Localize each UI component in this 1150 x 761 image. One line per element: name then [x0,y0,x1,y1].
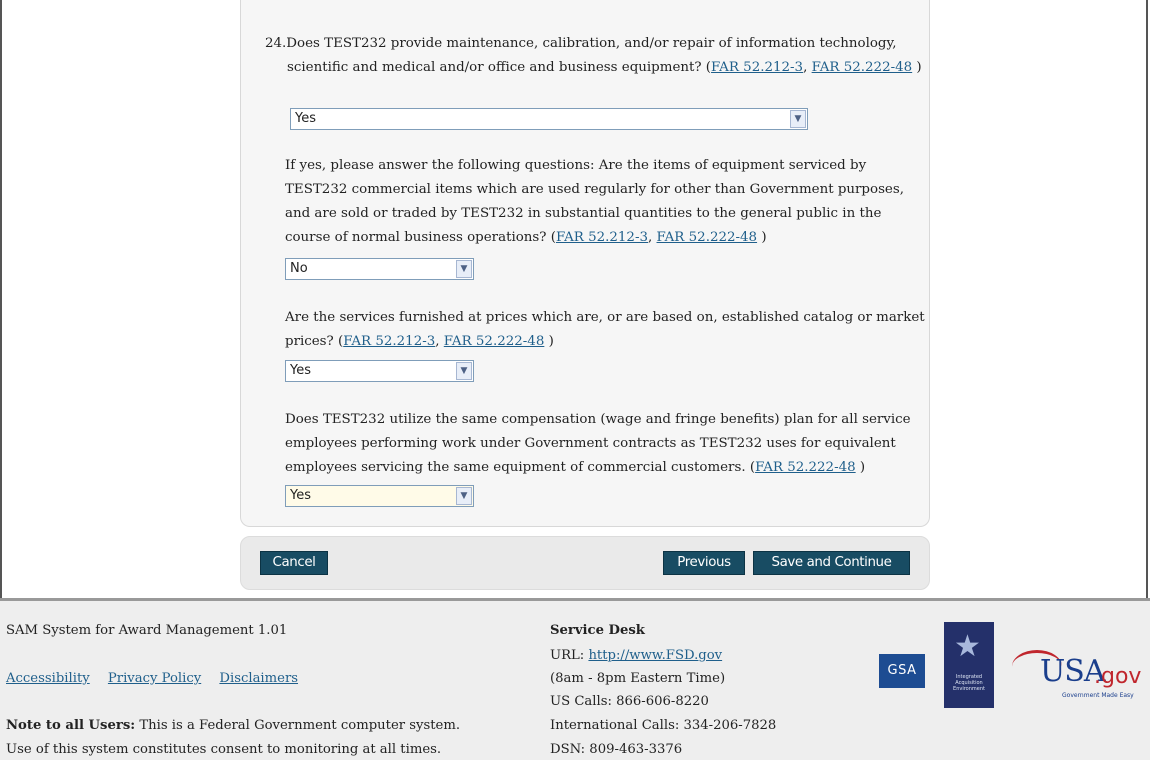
far-52-222-48-link[interactable]: FAR 52.222-48 [444,334,545,349]
question-text: Does TEST232 provide maintenance, calibr… [286,36,897,51]
question-compensation: Does TEST232 utilize the same compensati… [285,412,911,475]
us-calls: US Calls: 866-606-8220 [550,694,709,709]
chevron-down-icon: ▼ [456,260,472,278]
question-24: 24.Does TEST232 provide maintenance, cal… [265,36,922,75]
cancel-button[interactable]: Cancel [260,551,328,575]
compensation-select[interactable]: Yes ▼ [285,485,474,507]
fsd-link[interactable]: http://www.FSD.gov [588,648,722,663]
usa-gov-logo[interactable]: USA .gov Government Made Easy [1010,650,1150,700]
far-52-222-48-link[interactable]: FAR 52.222-48 [812,60,913,75]
question-catalog-prices: Are the services furnished at prices whi… [285,310,925,349]
q24-answer-select[interactable]: Yes ▼ [290,108,808,130]
star-icon: ★ [954,629,981,664]
note-label: Note to all Users: [6,718,136,733]
question-text-cont: scientific and medical and/or office and… [287,60,712,75]
accessibility-link[interactable]: Accessibility [6,671,90,686]
left-border [0,0,2,598]
privacy-policy-link[interactable]: Privacy Policy [108,671,201,686]
gsa-logo[interactable]: GSA [879,654,925,688]
selected-value: No [290,261,308,276]
international-calls: International Calls: 334-206-7828 [550,718,777,733]
chevron-down-icon: ▼ [790,110,806,128]
selected-value: Yes [290,363,311,378]
dsn-number: DSN: 809-463-3376 [550,742,683,757]
far-52-212-3-link[interactable]: FAR 52.212-3 [556,230,648,245]
iae-logo[interactable]: ★ Integrated Acquisition Environment [944,622,994,708]
selected-value: Yes [290,488,311,503]
disclaimers-link[interactable]: Disclaimers [219,671,298,686]
far-52-212-3-link[interactable]: FAR 52.212-3 [343,334,435,349]
previous-button[interactable]: Previous [663,551,745,575]
far-52-222-48-link[interactable]: FAR 52.222-48 [755,460,856,475]
far-52-212-3-link[interactable]: FAR 52.212-3 [711,60,803,75]
save-and-continue-button[interactable]: Save and Continue [753,551,910,575]
system-name: SAM System for Award Management 1.01 [6,623,288,638]
service-desk-title: Service Desk [550,623,645,638]
selected-value: Yes [295,111,316,126]
commercial-items-select[interactable]: No ▼ [285,258,474,280]
question-commercial-items: If yes, please answer the following ques… [285,158,904,245]
chevron-down-icon: ▼ [456,487,472,505]
chevron-down-icon: ▼ [456,362,472,380]
catalog-prices-select[interactable]: Yes ▼ [285,360,474,382]
users-note: Note to all Users: This is a Federal Gov… [6,718,461,733]
service-desk-hours: (8am - 8pm Eastern Time) [550,671,726,686]
service-desk-url: URL: http://www.FSD.gov [550,648,723,663]
footer-links: Accessibility Privacy Policy Disclaimers [6,668,312,690]
right-border [1146,0,1148,598]
users-note-cont: Use of this system constitutes consent t… [6,742,442,757]
question-number: 24. [265,36,287,51]
far-52-222-48-link[interactable]: FAR 52.222-48 [657,230,758,245]
